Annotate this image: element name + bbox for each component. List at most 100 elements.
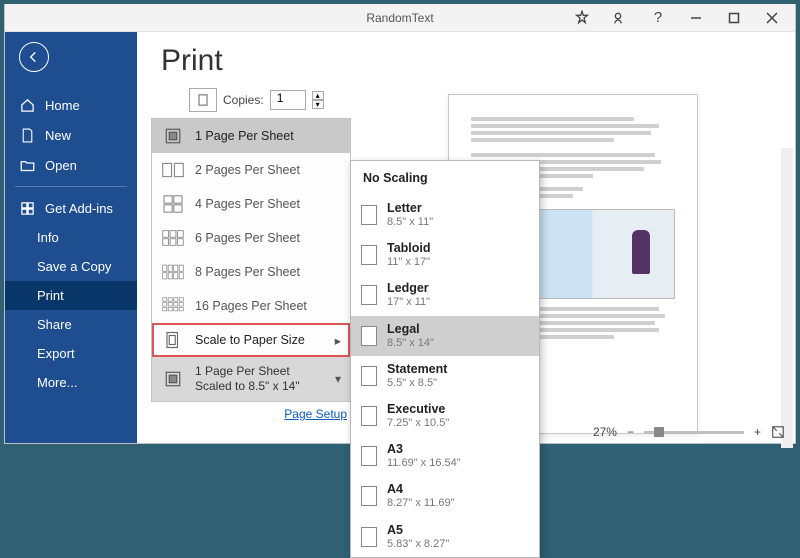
sidebar-item-info[interactable]: Info <box>5 223 137 252</box>
chevron-right-icon: ▸ <box>335 333 341 348</box>
backstage-sidebar: Home New Open Get Add-ins <box>5 32 137 443</box>
sidebar-item-share[interactable]: Share <box>5 310 137 339</box>
copies-label: Copies: <box>223 93 264 107</box>
paper-option-tabloid[interactable]: Tabloid11" x 17" <box>351 235 539 275</box>
sidebar-item-more[interactable]: More... <box>5 368 137 397</box>
pps2-icon <box>161 160 185 180</box>
paper-name: Ledger <box>387 281 430 296</box>
feedback-icon[interactable] <box>603 5 637 31</box>
paper-dims: 17" x 11" <box>387 296 430 309</box>
copies-input[interactable]: 1 <box>270 90 306 110</box>
paper-dims: 5.5" x 8.5" <box>387 377 447 390</box>
paper-name: Legal <box>387 322 434 337</box>
paper-option-a3[interactable]: A311.69" x 16.54" <box>351 436 539 476</box>
page-icon <box>361 366 377 386</box>
pps-option-1[interactable]: 1 Page Per Sheet <box>152 119 350 153</box>
close-button[interactable] <box>755 5 789 31</box>
paper-dims: 11" x 17" <box>387 256 431 269</box>
sidebar-item-new[interactable]: New <box>5 120 137 150</box>
zoom-slider[interactable] <box>644 431 744 434</box>
pps-summary-icon <box>161 369 185 389</box>
paper-option-statement[interactable]: Statement5.5" x 8.5" <box>351 356 539 396</box>
pps6-icon <box>161 228 185 248</box>
paper-option-executive[interactable]: Executive7.25" x 10.5" <box>351 396 539 436</box>
paper-name: A5 <box>387 523 449 538</box>
pps-option-2[interactable]: 2 Pages Per Sheet <box>152 153 350 187</box>
sidebar-label: More... <box>37 375 77 390</box>
copies-spinner[interactable]: ▴▾ <box>312 91 324 109</box>
paper-name: Executive <box>387 402 449 417</box>
zoom-value: 27% <box>593 425 617 439</box>
paper-option-legal[interactable]: Legal8.5" x 14" <box>351 316 539 356</box>
back-button[interactable] <box>19 42 49 72</box>
pages-per-sheet-dropdown: 1 Page Per Sheet 2 Pages Per Sheet <box>151 118 351 402</box>
page-icon <box>361 406 377 426</box>
paper-dims: 8.5" x 14" <box>387 337 434 350</box>
home-icon <box>19 97 35 113</box>
addins-icon <box>19 200 35 216</box>
pps16-icon <box>161 296 185 316</box>
paper-name: A3 <box>387 442 461 457</box>
open-icon <box>19 157 35 173</box>
pps4-icon <box>161 194 185 214</box>
page-icon <box>361 527 377 547</box>
pps-option-4[interactable]: 4 Pages Per Sheet <box>152 187 350 221</box>
sidebar-item-open[interactable]: Open <box>5 150 137 180</box>
window-controls: ? <box>565 5 795 31</box>
paper-name: Statement <box>387 362 447 377</box>
premium-icon[interactable] <box>565 5 599 31</box>
page-icon <box>361 205 377 225</box>
print-button-stub[interactable] <box>189 88 217 112</box>
sidebar-item-home[interactable]: Home <box>5 90 137 120</box>
paper-option-ledger[interactable]: Ledger17" x 11" <box>351 275 539 315</box>
paper-dims: 5.83" x 8.27" <box>387 538 449 551</box>
sidebar-item-export[interactable]: Export <box>5 339 137 368</box>
sidebar-item-print[interactable]: Print <box>5 281 137 310</box>
chevron-down-icon: ▾ <box>335 372 341 387</box>
zoom-status: 27% − + <box>593 425 785 439</box>
paper-option-a5[interactable]: A55.83" x 8.27" <box>351 517 539 557</box>
paper-option-letter[interactable]: Letter8.5" x 11" <box>351 195 539 235</box>
zoom-fit-icon[interactable] <box>771 425 785 439</box>
pps-summary[interactable]: 1 Page Per Sheet Scaled to 8.5" x 14" ▾ <box>152 357 350 401</box>
paper-dims: 8.5" x 11" <box>387 216 433 229</box>
pps-option-6[interactable]: 6 Pages Per Sheet <box>152 221 350 255</box>
paper-dims: 7.25" x 10.5" <box>387 417 449 430</box>
flyout-header[interactable]: No Scaling <box>351 161 539 195</box>
maximize-button[interactable] <box>717 5 751 31</box>
page-title: Print <box>161 44 795 78</box>
pps-scale-submenu[interactable]: Scale to Paper Size ▸ <box>152 323 350 357</box>
page-icon <box>361 326 377 346</box>
minimize-button[interactable] <box>679 5 713 31</box>
zoom-out-button[interactable]: − <box>627 425 634 439</box>
divider <box>15 186 127 187</box>
pps-option-8[interactable]: 8 Pages Per Sheet <box>152 255 350 289</box>
sidebar-item-savecopy[interactable]: Save a Copy <box>5 252 137 281</box>
preview-scrollbar[interactable] <box>781 148 793 448</box>
page-icon <box>361 245 377 265</box>
sidebar-label: New <box>45 128 71 143</box>
paper-name: Letter <box>387 201 433 216</box>
paper-name: Tabloid <box>387 241 431 256</box>
titlebar: RandomText ? <box>5 4 795 32</box>
help-icon[interactable]: ? <box>641 5 675 31</box>
zoom-in-button[interactable]: + <box>754 425 761 439</box>
paper-dims: 11.69" x 16.54" <box>387 457 461 470</box>
page-setup-link-wrap: Page Setup <box>151 406 351 421</box>
sidebar-label: Info <box>37 230 59 245</box>
pps1-icon <box>161 126 185 146</box>
sidebar-label: Save a Copy <box>37 259 111 274</box>
copies-row: Copies: 1 ▴▾ <box>151 88 351 112</box>
sidebar-label: Print <box>37 288 64 303</box>
sidebar-label: Export <box>37 346 75 361</box>
sidebar-item-addins[interactable]: Get Add-ins <box>5 193 137 223</box>
paper-size-flyout: No Scaling Letter8.5" x 11"Tabloid11" x … <box>350 160 540 558</box>
pps-option-16[interactable]: 16 Pages Per Sheet <box>152 289 350 323</box>
paper-dims: 8.27" x 11.69" <box>387 497 455 510</box>
page-icon <box>361 486 377 506</box>
new-icon <box>19 127 35 143</box>
paper-option-a4[interactable]: A48.27" x 11.69" <box>351 476 539 516</box>
window-title: RandomText <box>366 11 433 25</box>
page-setup-link[interactable]: Page Setup <box>284 407 347 421</box>
paper-name: A4 <box>387 482 455 497</box>
